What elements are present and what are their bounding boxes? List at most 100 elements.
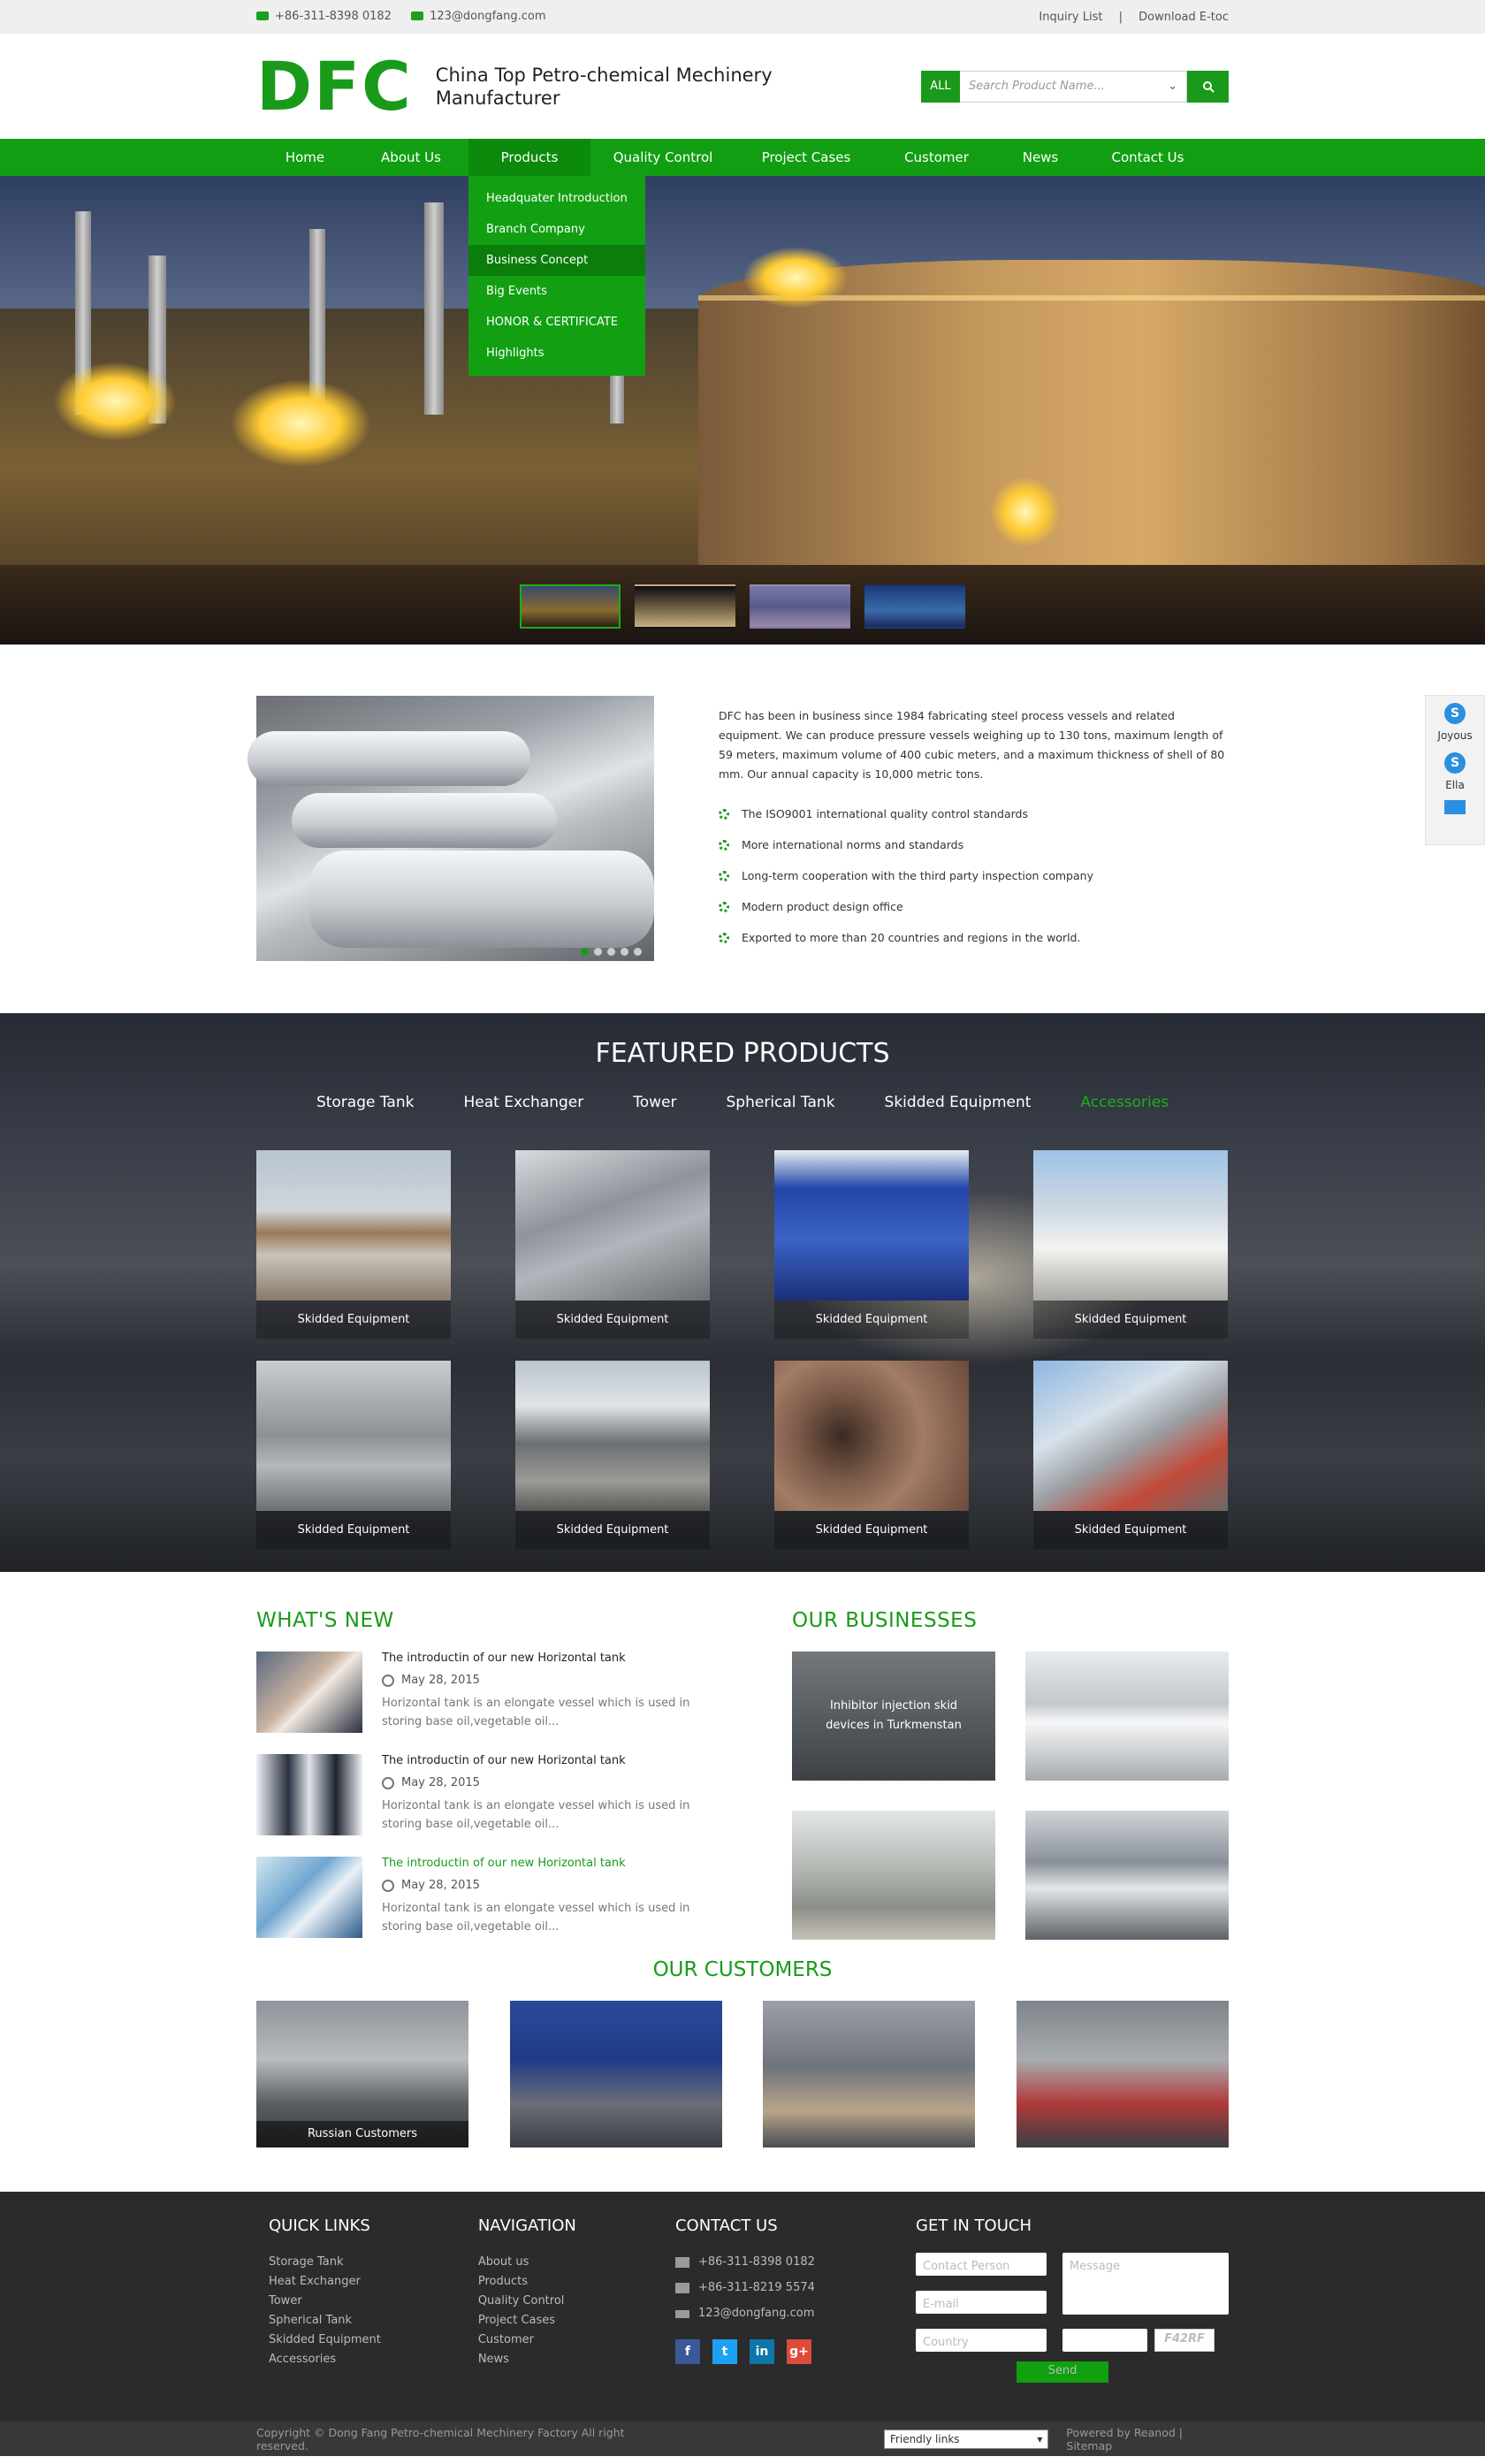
country-input[interactable]: Country	[916, 2329, 1047, 2352]
message-textarea[interactable]: Message	[1062, 2253, 1229, 2315]
envelope-icon[interactable]	[1444, 800, 1466, 814]
download-etoc-link[interactable]: Download E-toc	[1138, 11, 1229, 24]
quick-link[interactable]: Storage Tank	[269, 2253, 478, 2272]
product-image[interactable]	[1033, 1150, 1228, 1301]
footer-nav-link[interactable]: Project Cases	[478, 2311, 675, 2331]
footer-nav-link[interactable]: News	[478, 2350, 675, 2369]
footer-nav-link[interactable]: Quality Control	[478, 2292, 675, 2311]
quick-link[interactable]: Skidded Equipment	[269, 2331, 478, 2350]
product-card[interactable]: Skidded Equipment	[1033, 1361, 1228, 1549]
contact-joyous[interactable]: Joyous	[1437, 729, 1472, 742]
customer-caption[interactable]: Russian Customers	[256, 2121, 468, 2147]
product-caption[interactable]: Skidded Equipment	[515, 1301, 710, 1339]
product-caption[interactable]: Skidded Equipment	[256, 1301, 451, 1339]
business-card[interactable]: Inhibitor injection skid devices in Turk…	[792, 1652, 995, 1781]
business-overlay-text[interactable]: Inhibitor injection skid devices in Turk…	[792, 1652, 995, 1781]
product-card[interactable]: Skidded Equipment	[515, 1361, 710, 1549]
tab-heat-exchanger[interactable]: Heat Exchanger	[463, 1094, 583, 1111]
facebook-icon[interactable]: f	[674, 2339, 700, 2364]
product-caption[interactable]: Skidded Equipment	[515, 1511, 710, 1549]
business-card[interactable]	[1025, 1811, 1229, 1940]
dropdown-item-headquater[interactable]: Headquater Introduction	[468, 183, 645, 214]
product-image[interactable]	[256, 1361, 451, 1511]
product-card[interactable]: Skidded Equipment	[256, 1361, 451, 1549]
search-button[interactable]	[1187, 70, 1229, 103]
tab-skidded-equipment[interactable]: Skidded Equipment	[885, 1094, 1032, 1111]
news-headline[interactable]: The introductin of our new Horizontal ta…	[382, 1652, 709, 1665]
linkedin-icon[interactable]: in	[749, 2339, 774, 2364]
friendly-links-select[interactable]: Friendly links ▾	[883, 2429, 1049, 2449]
email-text[interactable]: 123@dongfang.com	[430, 10, 545, 23]
quick-link[interactable]: Tower	[269, 2292, 478, 2311]
product-card[interactable]: Skidded Equipment	[774, 1361, 969, 1549]
product-card[interactable]: Skidded Equipment	[774, 1150, 969, 1339]
product-caption[interactable]: Skidded Equipment	[256, 1511, 451, 1549]
news-image[interactable]	[256, 1754, 362, 1835]
search-input[interactable]: Search Product Name... ⌄	[960, 70, 1187, 103]
product-image[interactable]	[1033, 1361, 1228, 1511]
product-caption[interactable]: Skidded Equipment	[774, 1301, 969, 1339]
nav-about-us[interactable]: About Us	[354, 139, 468, 176]
nav-home[interactable]: Home	[256, 139, 354, 176]
nav-quality-control[interactable]: Quality Control	[590, 139, 735, 176]
nav-customer[interactable]: Customer	[877, 139, 996, 176]
hero-thumb-2[interactable]	[635, 584, 735, 629]
product-image[interactable]	[256, 1150, 451, 1301]
product-card[interactable]: Skidded Equipment	[256, 1150, 451, 1339]
slider-dot[interactable]	[634, 948, 642, 956]
business-card[interactable]	[1025, 1652, 1229, 1781]
nav-products[interactable]: Products Headquater Introduction Branch …	[468, 139, 645, 376]
customer-photo[interactable]	[763, 2001, 976, 2147]
quick-link[interactable]: Heat Exchanger	[269, 2272, 478, 2292]
hero-thumb-4[interactable]	[864, 584, 965, 629]
skype-icon[interactable]: S	[1444, 703, 1466, 724]
nav-project-cases[interactable]: Project Cases	[735, 139, 877, 176]
nav-news[interactable]: News	[996, 139, 1085, 176]
footer-nav-link[interactable]: Products	[478, 2272, 675, 2292]
slider-dot[interactable]	[581, 948, 589, 956]
powered-by-text[interactable]: Powered by Reanod | Sitemap	[1066, 2426, 1229, 2453]
tab-spherical-tank[interactable]: Spherical Tank	[727, 1094, 835, 1111]
product-caption[interactable]: Skidded Equipment	[1033, 1511, 1228, 1549]
tab-tower[interactable]: Tower	[633, 1094, 676, 1111]
captcha-input[interactable]	[1062, 2329, 1147, 2352]
dropdown-item-highlights[interactable]: Highlights	[468, 338, 645, 369]
news-item[interactable]: The introductin of our new Horizontal ta…	[256, 1652, 707, 1733]
dropdown-item-branch[interactable]: Branch Company	[468, 214, 645, 245]
twitter-icon[interactable]: t	[712, 2339, 737, 2364]
footer-nav-link[interactable]: Customer	[478, 2331, 675, 2350]
product-card[interactable]: Skidded Equipment	[515, 1150, 710, 1339]
news-item[interactable]: The introductin of our new Horizontal ta…	[256, 1754, 707, 1835]
product-caption[interactable]: Skidded Equipment	[1033, 1301, 1228, 1339]
quick-link[interactable]: Accessories	[269, 2350, 478, 2369]
product-image[interactable]	[515, 1150, 710, 1301]
dropdown-item-honor[interactable]: HONOR & CERTIFICATE	[468, 307, 645, 338]
customer-photo[interactable]	[509, 2001, 722, 2147]
news-image[interactable]	[256, 1652, 362, 1733]
nav-contact-us[interactable]: Contact Us	[1085, 139, 1211, 176]
dropdown-item-big-events[interactable]: Big Events	[468, 276, 645, 307]
inquiry-list-link[interactable]: Inquiry List	[1039, 11, 1102, 24]
slider-dot[interactable]	[607, 948, 615, 956]
customer-photo[interactable]: Russian Customers	[256, 2001, 468, 2147]
slider-dot[interactable]	[621, 948, 628, 956]
email-text[interactable]: 123@dongfang.com	[698, 2304, 814, 2323]
tab-accessories[interactable]: Accessories	[1080, 1094, 1169, 1111]
product-image[interactable]	[774, 1361, 969, 1511]
skype-icon[interactable]: S	[1444, 752, 1466, 774]
news-item[interactable]: The introductin of our new Horizontal ta…	[256, 1857, 707, 1938]
slider-dot[interactable]	[594, 948, 602, 956]
product-image[interactable]	[515, 1361, 710, 1511]
quick-link[interactable]: Spherical Tank	[269, 2311, 478, 2331]
contact-person-input[interactable]: Contact Person	[916, 2253, 1047, 2276]
contact-ella[interactable]: Ella	[1445, 779, 1465, 791]
product-caption[interactable]: Skidded Equipment	[774, 1511, 969, 1549]
news-headline[interactable]: The introductin of our new Horizontal ta…	[382, 1857, 709, 1870]
footer-nav-link[interactable]: About us	[478, 2253, 675, 2272]
customer-photo[interactable]	[1016, 2001, 1229, 2147]
chevron-down-icon[interactable]: ⌄	[1168, 80, 1177, 93]
news-headline[interactable]: The introductin of our new Horizontal ta…	[382, 1754, 709, 1767]
tab-storage-tank[interactable]: Storage Tank	[316, 1094, 415, 1111]
hero-thumb-3[interactable]	[750, 584, 850, 629]
dropdown-item-business-concept[interactable]: Business Concept	[468, 245, 645, 276]
